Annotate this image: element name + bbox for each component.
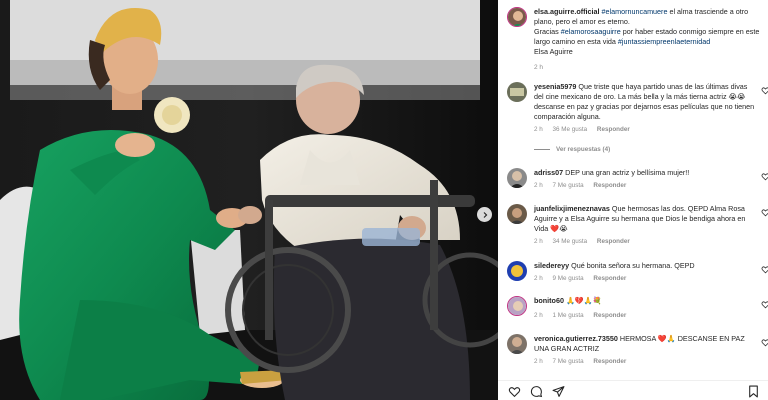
comment-meta: 2 h 7 Me gusta Responder [534,182,634,189]
comment-likes[interactable]: 36 Me gusta [553,126,588,133]
caption-signature: Elsa Aguirre [534,47,573,56]
comment-meta: 2 h 36 Me gusta Responder [534,126,638,133]
comment-body: 🙏💔🙏💐 [565,296,602,305]
commenter-avatar[interactable] [507,204,527,224]
caption-body-2: Gracias [534,27,561,36]
comment-text: veronica.gutierrez.73550 HERMOSA ❤️🙏 DES… [534,334,756,354]
heart-icon[interactable] [761,338,768,347]
comment-likes[interactable]: 9 Me gusta [553,275,584,282]
reply-button[interactable]: Responder [593,182,626,189]
comment-username[interactable]: veronica.gutierrez.73550 [534,334,618,343]
chevron-right-icon [483,211,487,218]
heart-icon[interactable] [761,172,768,181]
commenter-avatar[interactable] [507,168,527,188]
post-action-bar [498,380,768,400]
caption-time: 2 h [534,64,544,71]
commenter-avatar[interactable] [507,334,527,354]
heart-icon[interactable] [761,86,768,95]
comment-text: siledereyy Qué bonita señora su hermana.… [534,261,756,271]
caption-hashtag[interactable]: #elamornuncamuere [602,7,668,16]
comment-likes[interactable]: 7 Me gusta [553,358,584,365]
comments-scroll[interactable]: elsa.aguirre.official #elamornuncamuere … [498,0,768,380]
view-replies-label: Ver respuestas (4) [556,146,611,153]
heart-icon[interactable] [761,300,768,309]
reply-button[interactable]: Responder [593,275,626,282]
heart-icon[interactable] [761,208,768,217]
heart-icon[interactable] [508,385,521,398]
comment-meta: 2 h 34 Me gusta Responder [534,238,638,245]
caption-text: elsa.aguirre.official #elamornuncamuere … [534,7,764,57]
replies-line [534,149,550,150]
commenter-avatar[interactable] [507,261,527,281]
caption-username[interactable]: elsa.aguirre.official [534,7,600,16]
carousel-next-button[interactable] [477,207,492,222]
post-photo [0,0,498,400]
comment-username[interactable]: bonito60 [534,296,564,305]
comment-text: juanfelixjimeneznavas Que hermosas las d… [534,204,756,234]
commenter-avatar[interactable] [507,296,527,316]
comment-time: 2 h [534,358,543,365]
comment-likes[interactable]: 1 Me gusta [553,312,584,319]
comment-time: 2 h [534,275,543,282]
reply-button[interactable]: Responder [597,126,630,133]
comment-meta: 2 h 7 Me gusta Responder [534,358,634,365]
comment-body: Qué bonita señora su hermana. QEPD [571,261,695,270]
comment-likes[interactable]: 7 Me gusta [553,182,584,189]
comment-username[interactable]: siledereyy [534,261,569,270]
comment-body: DEP una gran actriz y bellísima mujer!! [565,168,690,177]
commenter-avatar[interactable] [507,82,527,102]
comments-panel: elsa.aguirre.official #elamornuncamuere … [498,0,768,400]
comment-likes[interactable]: 34 Me gusta [553,238,588,245]
caption-hashtag-3[interactable]: #juntassiempreenlaeternidad [618,37,710,46]
comment-username[interactable]: yesenia5979 [534,82,576,91]
comment-time: 2 h [534,312,543,319]
photo-scene [0,0,498,400]
comment-username[interactable]: adriss07 [534,168,563,177]
caption-hashtag-2[interactable]: #elamorosaaguirre [561,27,621,36]
bookmark-icon[interactable] [747,385,760,398]
share-icon[interactable] [552,385,565,398]
reply-button[interactable]: Responder [593,312,626,319]
comment-meta: 2 h 1 Me gusta Responder [534,312,634,319]
view-replies-button[interactable]: Ver respuestas (4) [534,146,610,153]
comment-text: bonito60 🙏💔🙏💐 [534,296,756,306]
reply-button[interactable]: Responder [597,238,630,245]
heart-icon[interactable] [761,265,768,274]
comment-time: 2 h [534,126,543,133]
reply-button[interactable]: Responder [593,358,626,365]
comment-icon[interactable] [530,385,543,398]
comment-text: yesenia5979 Que triste que haya partido … [534,82,756,122]
comment-time: 2 h [534,238,543,245]
comment-meta: 2 h 9 Me gusta Responder [534,275,634,282]
comment-time: 2 h [534,182,543,189]
comment-text: adriss07 DEP una gran actriz y bellísima… [534,168,756,178]
author-avatar[interactable] [507,7,527,27]
comment-username[interactable]: juanfelixjimeneznavas [534,204,610,213]
